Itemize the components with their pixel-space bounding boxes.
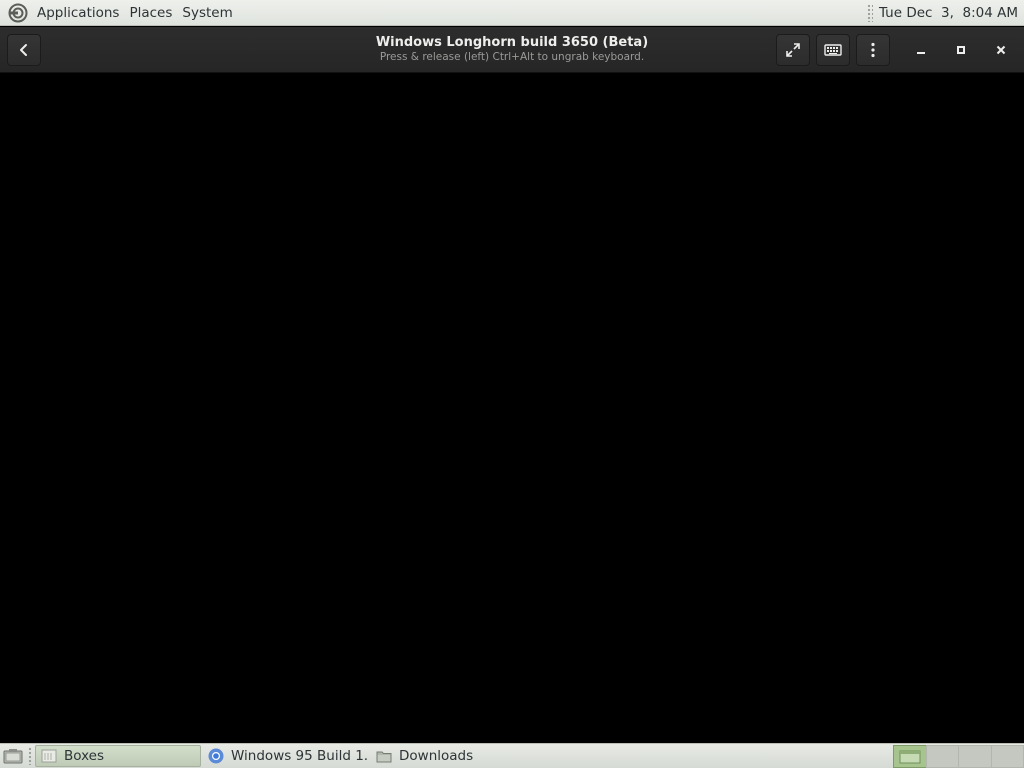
boxes-headerbar: Windows Longhorn build 3650 (Beta) Press… <box>0 27 1024 73</box>
workspace-switcher <box>893 745 1024 768</box>
go-back-icon <box>20 44 27 56</box>
bottom-panel: Boxes Windows 95 Build 1... Downloads <box>0 743 1024 768</box>
minimize-icon <box>917 52 925 54</box>
close-icon <box>996 45 1006 55</box>
maximize-button[interactable] <box>944 34 978 66</box>
applications-menu[interactable]: Applications <box>32 0 124 26</box>
workspace-2[interactable] <box>925 745 959 768</box>
system-menu[interactable]: System <box>177 0 237 26</box>
panel-handle[interactable] <box>866 3 873 22</box>
menu-button[interactable] <box>856 34 890 66</box>
maximize-icon <box>957 46 965 54</box>
clock[interactable]: Tue Dec 3, 8:04 AM <box>879 5 1024 21</box>
show-desktop-icon <box>3 749 23 764</box>
task-label: Windows 95 Build 1... <box>231 748 369 764</box>
mate-logo-icon[interactable] <box>8 3 28 23</box>
boxes-app-icon <box>40 747 58 765</box>
workspace-1[interactable] <box>893 745 927 768</box>
window-subtitle: Press & release (left) Ctrl+Alt to ungra… <box>379 51 645 63</box>
tasklist-handle[interactable] <box>28 747 33 765</box>
workspace-3[interactable] <box>958 745 992 768</box>
top-panel: Applications Places System Tue Dec 3, 8:… <box>0 0 1024 26</box>
chromium-icon <box>207 747 225 765</box>
menu-icon <box>871 42 875 58</box>
minimize-button[interactable] <box>904 34 938 66</box>
title-area: Windows Longhorn build 3650 (Beta) Press… <box>312 35 712 63</box>
back-button[interactable] <box>7 34 41 66</box>
places-menu[interactable]: Places <box>124 0 177 26</box>
close-button[interactable] <box>984 34 1018 66</box>
window-thumbnail-icon <box>899 750 921 763</box>
show-desktop-button[interactable] <box>2 747 24 765</box>
workspace-4[interactable] <box>990 745 1024 768</box>
fullscreen-button[interactable] <box>776 34 810 66</box>
folder-icon <box>375 747 393 765</box>
task-boxes[interactable]: Boxes <box>35 745 201 767</box>
vm-display[interactable] <box>0 74 1024 743</box>
keyboard-icon <box>824 44 842 56</box>
keyboard-button[interactable] <box>816 34 850 66</box>
task-label: Downloads <box>399 748 474 764</box>
task-label: Boxes <box>64 748 105 764</box>
task-windows-95[interactable]: Windows 95 Build 1... <box>203 745 369 767</box>
fullscreen-icon <box>786 43 800 57</box>
task-downloads[interactable]: Downloads <box>371 745 537 767</box>
window-title: Windows Longhorn build 3650 (Beta) <box>375 35 649 50</box>
